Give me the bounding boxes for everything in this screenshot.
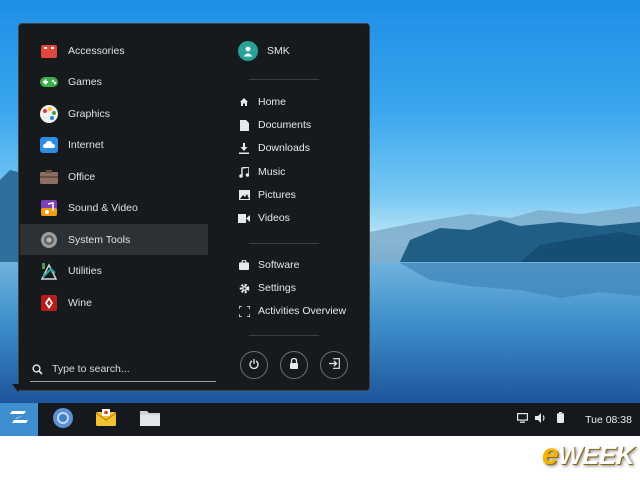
zorin-menu-button[interactable] bbox=[0, 403, 38, 436]
place-label: Music bbox=[258, 166, 286, 178]
downloads-icon bbox=[238, 142, 250, 154]
category-accessories[interactable]: Accessories bbox=[20, 35, 208, 66]
system-label: Software bbox=[258, 259, 300, 271]
category-label: Utilities bbox=[68, 264, 102, 277]
category-label: Games bbox=[68, 75, 102, 88]
avatar-icon bbox=[238, 41, 258, 61]
taskbar-mail[interactable] bbox=[93, 407, 119, 433]
power-button[interactable] bbox=[240, 351, 268, 379]
office-icon bbox=[39, 167, 59, 187]
videos-icon bbox=[238, 212, 250, 224]
logout-icon bbox=[328, 356, 340, 374]
pictures-icon bbox=[238, 189, 250, 201]
logout-button[interactable] bbox=[320, 351, 348, 379]
volume-icon bbox=[535, 410, 547, 428]
system-settings[interactable]: Settings bbox=[238, 278, 296, 298]
category-utilities[interactable]: Utilities bbox=[20, 255, 208, 286]
system-tools-icon bbox=[39, 230, 59, 250]
category-office[interactable]: Office bbox=[20, 161, 208, 192]
taskbar: Tue 08:38 bbox=[0, 403, 640, 436]
tray-display[interactable] bbox=[515, 412, 529, 426]
mail-icon bbox=[95, 408, 117, 433]
place-home[interactable]: Home bbox=[238, 92, 286, 112]
category-label: Wine bbox=[68, 296, 92, 309]
documents-icon bbox=[238, 119, 250, 131]
system-activities-overview[interactable]: Activities Overview bbox=[238, 301, 346, 321]
tray-volume[interactable] bbox=[534, 412, 548, 426]
games-icon bbox=[39, 72, 59, 92]
system-label: Settings bbox=[258, 282, 296, 294]
place-music[interactable]: Music bbox=[238, 162, 285, 182]
zorin-logo-icon bbox=[9, 409, 29, 430]
eweek-watermark: eWEEK bbox=[541, 438, 635, 471]
place-documents[interactable]: Documents bbox=[238, 115, 311, 135]
desktop: Accessories Games Graphics Internet Offi… bbox=[0, 0, 640, 436]
place-label: Pictures bbox=[258, 189, 296, 201]
category-graphics[interactable]: Graphics bbox=[20, 98, 208, 129]
category-sound-video[interactable]: Sound & Video bbox=[20, 192, 208, 223]
app-menu: Accessories Games Graphics Internet Offi… bbox=[18, 23, 370, 391]
user-name: SMK bbox=[267, 45, 290, 57]
search-input[interactable] bbox=[52, 363, 212, 375]
category-internet[interactable]: Internet bbox=[20, 129, 208, 160]
sound-video-icon bbox=[39, 198, 59, 218]
menu-pointer bbox=[12, 384, 24, 392]
music-icon bbox=[238, 166, 250, 178]
settings-icon bbox=[238, 282, 250, 294]
place-downloads[interactable]: Downloads bbox=[238, 138, 310, 158]
divider bbox=[249, 335, 319, 336]
power-icon bbox=[249, 356, 259, 374]
category-label: System Tools bbox=[68, 233, 131, 246]
category-label: Sound & Video bbox=[68, 201, 138, 214]
place-label: Videos bbox=[258, 212, 290, 224]
accessories-icon bbox=[39, 41, 59, 61]
category-games[interactable]: Games bbox=[20, 66, 208, 97]
divider bbox=[249, 243, 319, 244]
lock-button[interactable] bbox=[280, 351, 308, 379]
system-label: Activities Overview bbox=[258, 305, 347, 317]
activities-overview-icon bbox=[238, 305, 250, 317]
place-videos[interactable]: Videos bbox=[238, 208, 290, 228]
place-label: Downloads bbox=[258, 142, 310, 154]
category-wine[interactable]: Wine bbox=[20, 287, 208, 318]
category-label: Office bbox=[68, 170, 96, 183]
search-field[interactable] bbox=[30, 357, 216, 382]
tray-battery[interactable] bbox=[553, 412, 567, 426]
internet-icon bbox=[39, 135, 59, 155]
utilities-icon bbox=[39, 261, 59, 281]
home-icon bbox=[238, 96, 250, 108]
chromium-icon bbox=[52, 407, 74, 434]
taskbar-files[interactable] bbox=[137, 407, 163, 433]
wine-icon bbox=[39, 293, 59, 313]
battery-icon bbox=[556, 410, 564, 428]
category-system-tools[interactable]: System Tools bbox=[20, 224, 208, 255]
system-software[interactable]: Software bbox=[238, 255, 299, 275]
place-label: Documents bbox=[258, 119, 312, 131]
software-icon bbox=[238, 259, 250, 271]
taskbar-chromium[interactable] bbox=[50, 407, 76, 433]
taskbar-clock[interactable]: Tue 08:38 bbox=[585, 403, 632, 436]
category-label: Accessories bbox=[68, 44, 125, 57]
display-icon bbox=[516, 410, 528, 428]
graphics-icon bbox=[39, 104, 59, 124]
place-pictures[interactable]: Pictures bbox=[238, 185, 296, 205]
lock-icon bbox=[289, 356, 299, 374]
files-icon bbox=[139, 409, 161, 432]
place-label: Home bbox=[258, 96, 287, 108]
user-account[interactable]: SMK bbox=[238, 38, 290, 64]
search-icon bbox=[32, 363, 46, 375]
category-label: Internet bbox=[68, 138, 104, 151]
divider bbox=[249, 79, 319, 80]
category-label: Graphics bbox=[68, 107, 111, 120]
